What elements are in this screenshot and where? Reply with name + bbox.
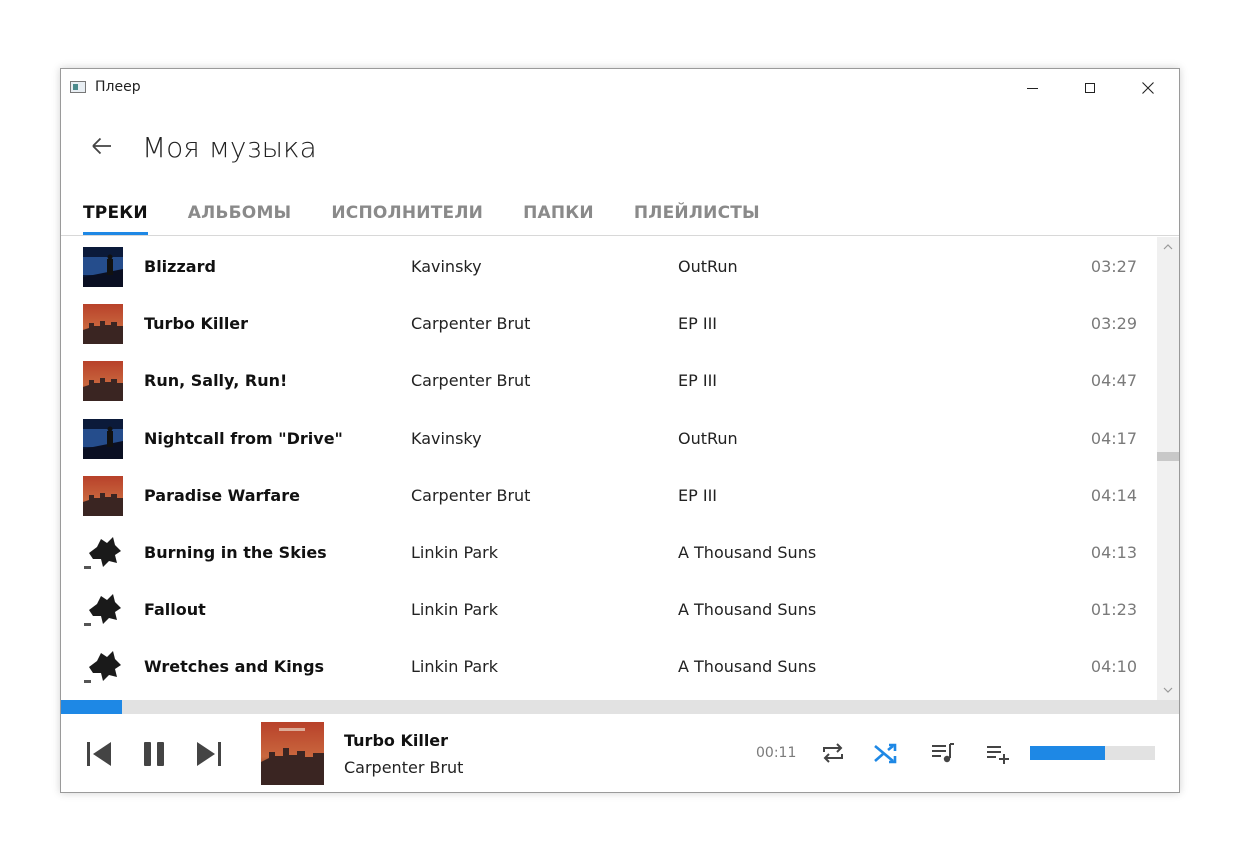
album-cover-image: [83, 419, 123, 459]
close-button[interactable]: [1119, 69, 1177, 107]
track-row[interactable]: Paradise Warfare Carpenter Brut EP III 04:1…: [61, 467, 1156, 524]
track-title: Paradise Warfare: [144, 486, 300, 505]
track-album: A Thousand Suns: [678, 543, 817, 562]
track-album: OutRun: [678, 257, 738, 276]
queue-music-icon: [932, 743, 954, 763]
track-album: A Thousand Suns: [678, 600, 817, 619]
shuffle-icon: [874, 743, 897, 764]
title-bar: Плеер: [61, 69, 1179, 107]
track-artist: Carpenter Brut: [411, 314, 531, 333]
scroll-thumb[interactable]: [1157, 452, 1179, 461]
track-album: EP III: [678, 314, 717, 333]
track-title: Turbo Killer: [144, 314, 249, 333]
track-duration: 04:13: [1090, 543, 1137, 562]
album-cover-image: [83, 590, 123, 630]
minimize-button[interactable]: [1003, 69, 1061, 107]
track-duration: 04:47: [1090, 371, 1137, 390]
pause-icon: [144, 742, 164, 766]
track-album: A Thousand Suns: [678, 657, 817, 676]
track-artist: Linkin Park: [411, 657, 499, 676]
album-cover-image: [83, 247, 123, 287]
track-row[interactable]: Nightcall from "Drive" Kavinsky OutRun 04:1…: [61, 410, 1156, 467]
track-artist: Carpenter Brut: [411, 371, 531, 390]
track-album: EP III: [678, 486, 717, 505]
maximize-icon: [1085, 83, 1095, 93]
track-row[interactable]: Wretches and Kings Linkin Park A Thousand …: [61, 638, 1156, 695]
track-title: Fallout: [144, 600, 206, 619]
track-row[interactable]: Fallout Linkin Park A Thousand Suns 01:23: [61, 581, 1156, 638]
player-bar: Turbo Killer Carpenter Brut 00:11: [61, 714, 1179, 792]
track-artist: Carpenter Brut: [411, 486, 531, 505]
tab-tracks[interactable]: ТРЕКИ: [83, 199, 148, 235]
track-duration: 04:17: [1090, 429, 1137, 448]
track-title: Burning in the Skies: [144, 543, 327, 562]
now-playing-cover: [261, 722, 324, 785]
scroll-down-button[interactable]: [1157, 680, 1179, 700]
back-button[interactable]: [85, 129, 117, 161]
chevron-down-icon: [1163, 687, 1173, 693]
queue-button[interactable]: [925, 735, 961, 771]
album-cover-image: [83, 304, 123, 344]
chevron-up-icon: [1163, 244, 1173, 250]
track-list: Blizzard Kavinsky OutRun 03:27 Turbo Killer C…: [61, 237, 1156, 700]
track-title: Wretches and Kings: [144, 657, 325, 676]
vertical-scrollbar[interactable]: [1157, 237, 1179, 700]
track-row[interactable]: Turbo Killer Carpenter Brut EP III 03:29: [61, 295, 1156, 352]
add-to-playlist-button[interactable]: [980, 735, 1016, 771]
volume-slider[interactable]: [1030, 746, 1155, 760]
now-playing-title: Turbo Killer: [344, 731, 449, 750]
track-album: EP III: [678, 371, 717, 390]
track-row[interactable]: Burning in the Skies Linkin Park A Thousan…: [61, 524, 1156, 581]
track-duration: 03:27: [1090, 257, 1137, 276]
track-duration: 04:14: [1090, 486, 1137, 505]
tab-bar: ТРЕКИ АЛЬБОМЫ ИСПОЛНИТЕЛИ ПАПКИ ПЛЕЙЛИСТ…: [83, 199, 800, 235]
shuffle-button[interactable]: [869, 735, 905, 771]
track-artist: Kavinsky: [411, 257, 482, 276]
minimize-icon: [1026, 87, 1038, 89]
skip-previous-icon: [87, 742, 111, 766]
player-window: Плеер Моя музыка ТРЕКИ АЛЬБОМЫ ИСПОЛНИТЕ…: [60, 68, 1180, 793]
elapsed-time: 00:11: [756, 745, 797, 761]
volume-slider-fill: [1030, 746, 1105, 760]
pause-button[interactable]: [136, 736, 172, 772]
previous-button[interactable]: [81, 736, 117, 772]
page-title: Моя музыка: [142, 131, 317, 164]
page-header: Моя музыка: [61, 107, 1179, 187]
seek-bar[interactable]: [61, 700, 1179, 714]
track-duration: 03:29: [1090, 314, 1137, 333]
track-row[interactable]: Blizzard Kavinsky OutRun 03:27: [61, 238, 1156, 295]
track-title: Run, Sally, Run!: [144, 371, 288, 390]
window-title: Плеер: [95, 79, 141, 95]
scroll-up-button[interactable]: [1157, 237, 1179, 257]
tabs-divider: [61, 235, 1179, 236]
now-playing-artist: Carpenter Brut: [344, 758, 464, 777]
track-title: Blizzard: [144, 257, 216, 276]
track-artist: Linkin Park: [411, 543, 499, 562]
maximize-button[interactable]: [1061, 69, 1119, 107]
track-duration: 04:10: [1090, 657, 1137, 676]
playlist-add-icon: [987, 746, 1009, 764]
repeat-button[interactable]: [815, 735, 851, 771]
track-row[interactable]: Run, Sally, Run! Carpenter Brut EP III 04:4…: [61, 352, 1156, 409]
tab-playlists[interactable]: ПЛЕЙЛИСТЫ: [634, 199, 760, 235]
close-icon: [1142, 82, 1154, 94]
tab-artists[interactable]: ИСПОЛНИТЕЛИ: [331, 199, 483, 235]
album-cover-image: [83, 647, 123, 687]
seek-bar-fill: [61, 700, 123, 714]
track-artist: Linkin Park: [411, 600, 499, 619]
track-artist: Kavinsky: [411, 429, 482, 448]
tab-albums[interactable]: АЛЬБОМЫ: [188, 199, 292, 235]
app-icon: [70, 81, 86, 93]
back-arrow-icon: [92, 137, 111, 155]
next-button[interactable]: [191, 736, 227, 772]
track-album: OutRun: [678, 429, 738, 448]
album-cover-image: [83, 533, 123, 573]
album-cover-image: [83, 476, 123, 516]
album-cover-image: [83, 361, 123, 401]
track-duration: 01:23: [1090, 600, 1137, 619]
tab-folders[interactable]: ПАПКИ: [523, 199, 594, 235]
repeat-icon: [823, 743, 843, 763]
skip-next-icon: [197, 742, 221, 766]
track-title: Nightcall from "Drive": [144, 429, 343, 448]
